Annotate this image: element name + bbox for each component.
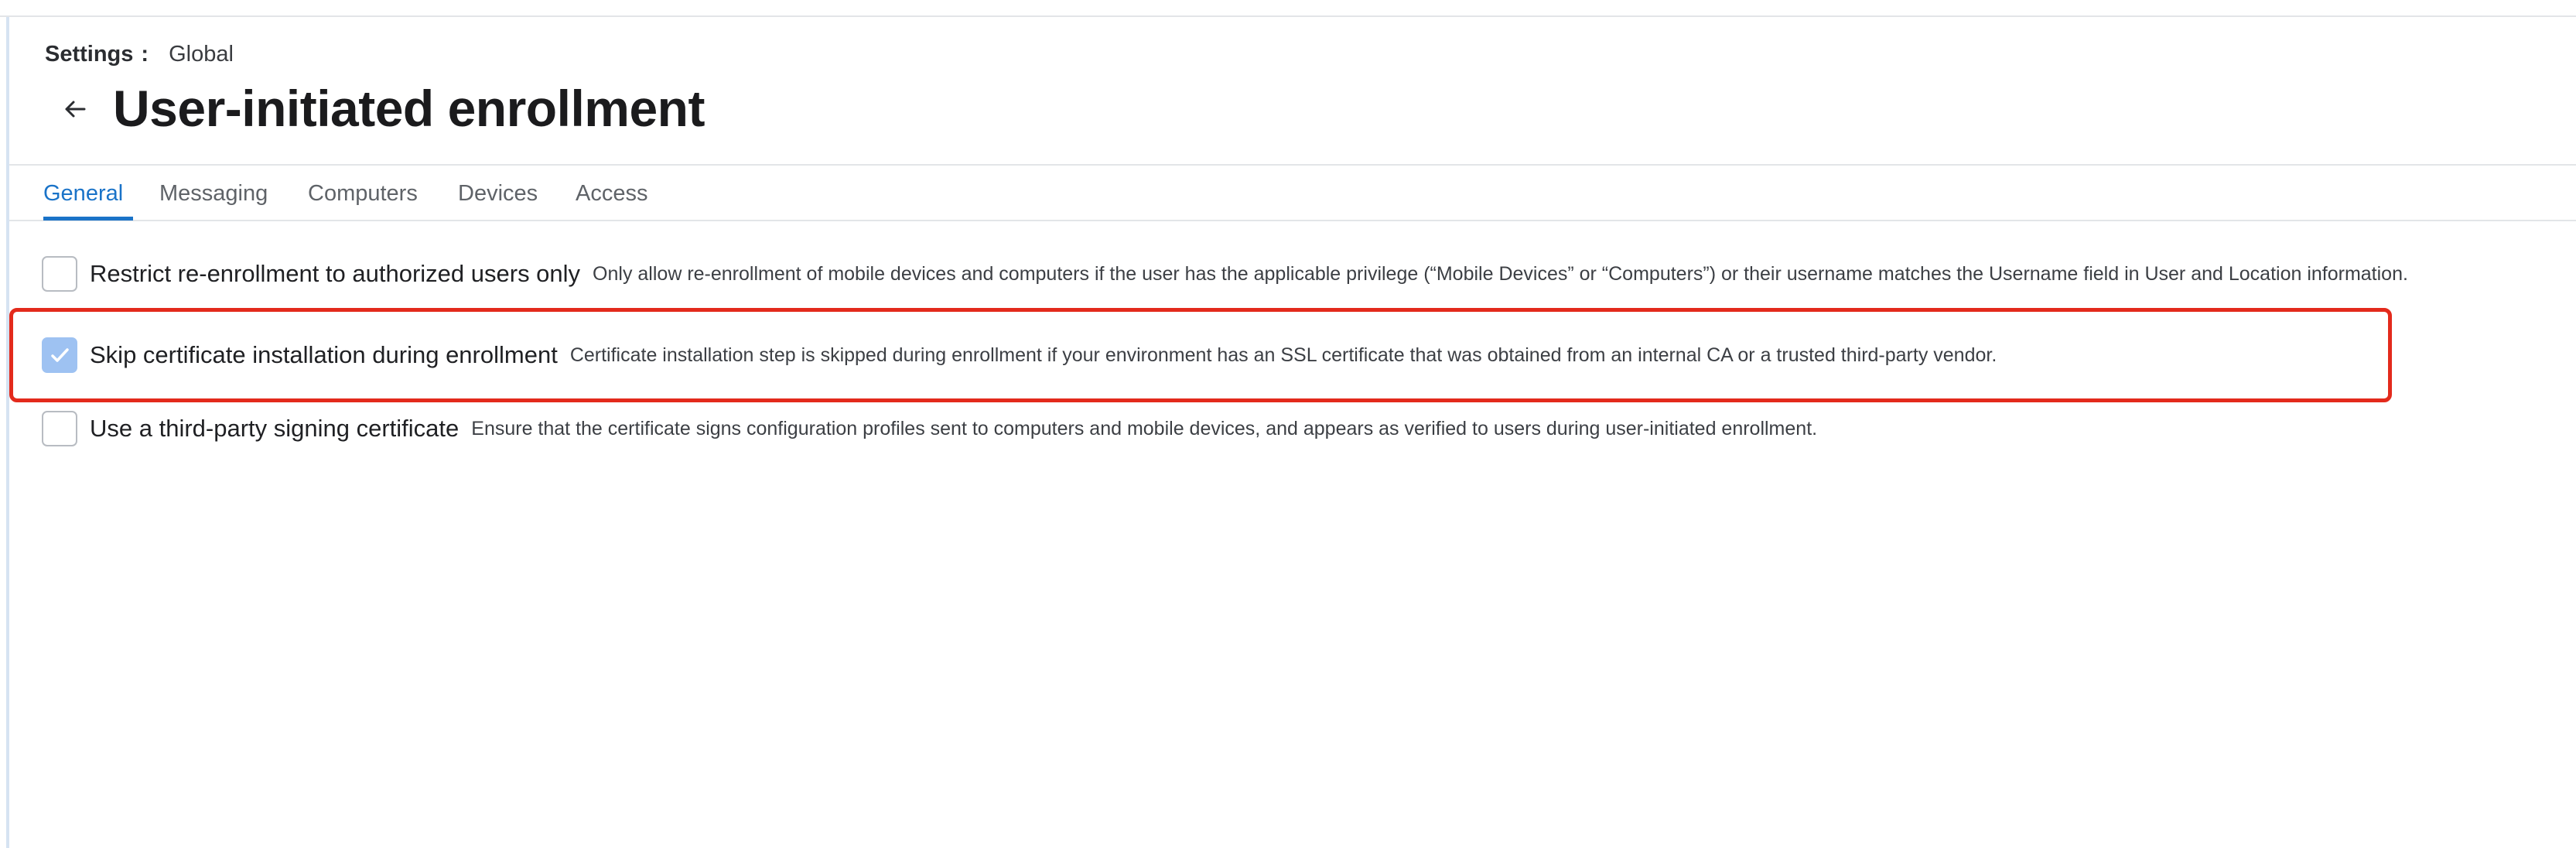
setting-row-skip-certificate: Skip certificate installation during enr…: [42, 337, 1997, 373]
tab-messaging[interactable]: Messaging: [159, 180, 268, 207]
tab-general[interactable]: General: [43, 180, 123, 207]
setting-row-third-party-signing: Use a third-party signing certificate En…: [42, 411, 1817, 446]
tab-access[interactable]: Access: [576, 180, 647, 207]
active-tab-indicator: [43, 217, 133, 221]
setting-row-restrict-reenrollment: Restrict re-enrollment to authorized use…: [42, 256, 2408, 292]
setting-label: Restrict re-enrollment to authorized use…: [90, 260, 581, 287]
tab-computers[interactable]: Computers: [308, 180, 418, 207]
setting-description: Ensure that the certificate signs config…: [471, 417, 1818, 439]
restrict-reenrollment-checkbox[interactable]: [42, 256, 77, 292]
breadcrumb-current: Global: [169, 42, 234, 67]
setting-description: Only allow re-enrollment of mobile devic…: [593, 262, 2408, 285]
setting-description: Certificate installation step is skipped…: [569, 344, 1997, 366]
breadcrumb: Settings : Global: [45, 40, 234, 68]
page-title: User-initiated enrollment: [113, 80, 705, 137]
skip-certificate-checkbox[interactable]: [42, 337, 77, 373]
setting-label: Use a third-party signing certificate: [90, 415, 460, 442]
arrow-left-icon: [65, 101, 86, 118]
breadcrumb-root[interactable]: Settings: [45, 40, 133, 68]
setting-label: Skip certificate installation during enr…: [90, 341, 558, 368]
checkmark-icon: [51, 348, 69, 362]
top-divider: [0, 15, 2576, 17]
tab-devices[interactable]: Devices: [458, 180, 538, 207]
tab-bar: General Messaging Computers Devices Acce…: [9, 164, 2576, 221]
third-party-signing-checkbox[interactable]: [42, 411, 77, 446]
left-rail: [6, 17, 9, 848]
back-button[interactable]: [57, 91, 93, 127]
breadcrumb-separator: :: [141, 42, 149, 67]
